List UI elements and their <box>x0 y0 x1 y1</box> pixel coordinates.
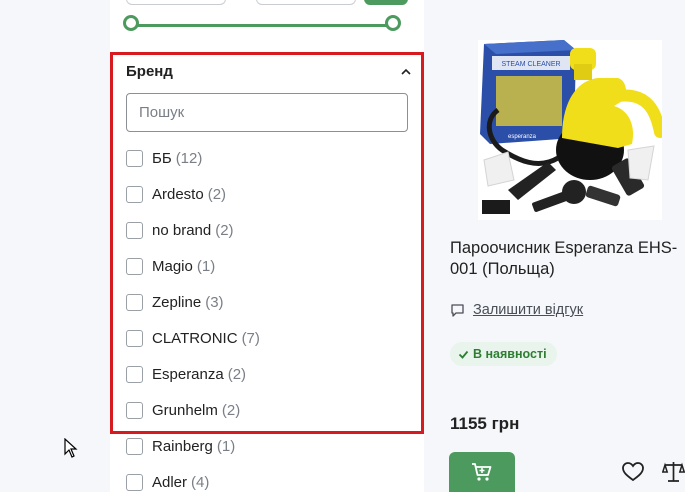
brand-option-label: ББ <box>152 149 172 167</box>
brand-checkbox[interactable] <box>126 329 143 347</box>
price-to-input[interactable] <box>256 0 356 5</box>
brand-option-count: (1) <box>196 257 216 275</box>
brand-option-label: Esperanza <box>152 365 224 383</box>
comment-icon <box>451 303 464 317</box>
brand-option-count: (4) <box>191 473 210 491</box>
brand-checkbox[interactable] <box>126 257 143 275</box>
product-image-brand-text: esperanza <box>508 134 537 140</box>
brand-option[interactable]: Esperanza (2) <box>126 364 246 384</box>
brand-option-label: Grunhelm <box>152 401 218 419</box>
brand-filter-title: Бренд <box>126 63 173 80</box>
brand-option-label: Rainberg <box>152 437 213 455</box>
chevron-up-icon[interactable] <box>400 66 412 78</box>
brand-checkbox[interactable] <box>126 365 143 383</box>
brand-option[interactable]: Grunhelm (2) <box>126 400 240 420</box>
price-slider-track <box>130 24 394 27</box>
add-to-cart-button[interactable] <box>449 452 515 492</box>
brand-option-count: (1) <box>216 437 236 455</box>
stock-status-badge: В наявності <box>450 342 557 366</box>
brand-option-label: Ardesto <box>152 185 204 203</box>
brand-option-count: (2) <box>207 185 227 203</box>
brand-option[interactable]: ББ (12) <box>126 148 202 168</box>
product-image-box-text: STEAM CLEANER <box>501 61 560 68</box>
brand-checkbox[interactable] <box>126 401 143 419</box>
cart-icon <box>472 463 492 481</box>
brand-option[interactable]: Magio (1) <box>126 256 215 276</box>
check-icon <box>458 350 469 359</box>
brand-checkbox[interactable] <box>126 149 143 167</box>
brand-option-count: (2) <box>221 401 241 419</box>
brand-checkbox[interactable] <box>126 221 143 239</box>
brand-option[interactable]: Adler (4) <box>126 472 209 492</box>
brand-option[interactable]: Ardesto (2) <box>126 184 226 204</box>
brand-option[interactable]: Rainberg (1) <box>126 436 235 456</box>
brand-option-label: Magio <box>152 257 193 275</box>
leave-review-link[interactable]: Залишити відгук <box>450 302 583 318</box>
brand-checkbox[interactable] <box>126 437 143 455</box>
brand-option-label: Zepline <box>152 293 202 311</box>
brand-option-label: Adler <box>152 473 188 491</box>
brand-checkbox[interactable] <box>126 473 143 491</box>
leave-review-label: Залишити відгук <box>473 302 584 318</box>
heart-icon[interactable] <box>622 462 644 482</box>
price-slider-min-handle[interactable] <box>123 15 139 31</box>
product-price: 1155 грн <box>450 414 520 433</box>
price-apply-button[interactable] <box>364 0 408 5</box>
brand-option-count: (7) <box>241 329 260 347</box>
compare-scales-icon[interactable] <box>662 461 685 483</box>
brand-checkbox[interactable] <box>126 185 143 203</box>
product-image[interactable]: STEAM CLEANER esperanza <box>478 40 662 220</box>
brand-filter-header[interactable]: Бренд <box>126 62 412 82</box>
brand-option-count: (2) <box>227 365 247 383</box>
mouse-cursor-icon <box>64 438 78 458</box>
brand-option[interactable]: Zepline (3) <box>126 292 224 312</box>
price-from-input[interactable] <box>126 0 226 5</box>
brand-option-count: (12) <box>175 149 203 167</box>
brand-checkbox[interactable] <box>126 293 143 311</box>
brand-search-input[interactable] <box>126 93 408 132</box>
brand-option-label: CLATRONIC <box>152 329 238 347</box>
stock-status-label: В наявності <box>473 347 547 361</box>
brand-option-count: (3) <box>205 293 224 311</box>
brand-option[interactable]: no brand (2) <box>126 220 234 240</box>
brand-option-count: (2) <box>215 221 234 239</box>
brand-option[interactable]: CLATRONIC (7) <box>126 328 260 348</box>
product-title[interactable]: Пароочисник Esperanza EHS-001 (Польща) <box>450 238 680 280</box>
price-slider-max-handle[interactable] <box>385 15 401 31</box>
brand-option-label: no brand <box>152 221 212 239</box>
